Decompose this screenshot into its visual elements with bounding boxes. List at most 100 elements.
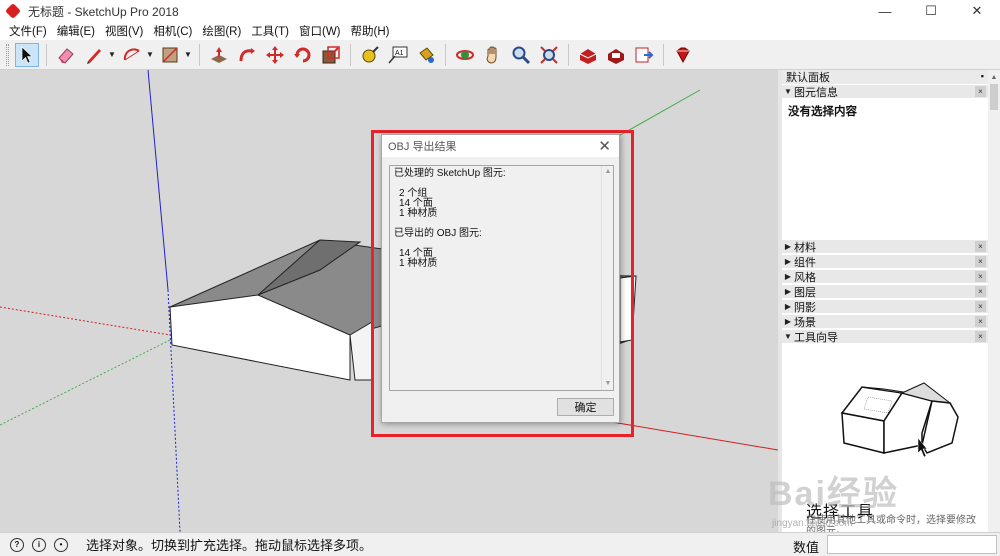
expanded-triangle-icon: ▼ <box>784 332 792 341</box>
status-bar: ? i • 选择对象。切换到扩充选择。拖动鼠标选择多项。 数值 <box>0 532 1000 556</box>
section-close-icon[interactable]: × <box>975 256 986 267</box>
ok-button[interactable]: 确定 <box>557 398 614 416</box>
pin-icon[interactable]: ▪ <box>981 71 984 81</box>
move-tool-icon[interactable] <box>263 43 287 67</box>
arc-tool-icon[interactable] <box>120 43 144 67</box>
section-label: 风格 <box>794 271 816 284</box>
select-tool-icon[interactable] <box>15 42 39 67</box>
scale-tool-icon[interactable] <box>319 43 343 67</box>
window-controls: — ☐ ✕ <box>862 0 1000 22</box>
exported-item: 1 种材质 <box>399 258 438 269</box>
status-message: 选择对象。切换到扩充选择。拖动鼠标选择多项。 <box>86 538 373 553</box>
scroll-up-arrow-icon[interactable]: ▲ <box>988 72 1000 82</box>
tape-measure-tool-icon[interactable] <box>358 43 382 67</box>
main-toolbar: ▼ ▼ ▼ A1 <box>0 40 1000 70</box>
scenes-section-header[interactable]: ▶ 场景 × <box>782 314 988 329</box>
collapsed-triangle-icon: ▶ <box>784 317 792 326</box>
entity-info-section-header[interactable]: ▼ 图元信息 × <box>782 84 988 99</box>
section-label: 组件 <box>794 256 816 269</box>
section-label: 图元信息 <box>794 86 838 99</box>
arc-dropdown-chevron-icon[interactable]: ▼ <box>146 43 154 67</box>
maximize-button[interactable]: ☐ <box>908 0 954 22</box>
paint-bucket-tool-icon[interactable] <box>414 43 438 67</box>
baidu-watermark: Bai经验 <box>768 475 899 513</box>
section-close-icon[interactable]: × <box>975 301 986 312</box>
toolbar-grip[interactable] <box>6 43 9 66</box>
menu-file[interactable]: 文件(F) <box>4 23 52 39</box>
dialog-title-bar: OBJ 导出结果 ✕ <box>382 135 619 157</box>
text-tool-icon[interactable]: A1 <box>386 43 410 67</box>
user-account-icon[interactable]: • <box>54 537 68 552</box>
collapsed-triangle-icon: ▶ <box>784 257 792 266</box>
push-pull-tool-icon[interactable] <box>207 43 231 67</box>
measurements-label: 数值 <box>793 540 820 555</box>
collapsed-triangle-icon: ▶ <box>784 272 792 281</box>
section-label: 图层 <box>794 286 816 299</box>
rotate-tool-icon[interactable] <box>291 43 315 67</box>
toolbar-separator <box>46 43 47 66</box>
rectangle-dropdown-chevron-icon[interactable]: ▼ <box>184 43 192 67</box>
section-close-icon[interactable]: × <box>975 271 986 282</box>
follow-me-tool-icon[interactable] <box>235 43 259 67</box>
pan-tool-icon[interactable] <box>481 43 505 67</box>
scroll-down-arrow-icon[interactable]: ▼ <box>602 378 614 390</box>
red-axis-negative <box>0 306 171 336</box>
eraser-tool-icon[interactable] <box>54 43 78 67</box>
tray-header: 默认面板 ▪ <box>782 70 988 84</box>
entity-info-text: 没有选择内容 <box>788 106 857 118</box>
rectangle-tool-icon[interactable] <box>158 43 182 67</box>
send-to-layout-icon[interactable] <box>632 43 656 67</box>
shadows-section-header[interactable]: ▶ 阴影 × <box>782 299 988 314</box>
dialog-title: OBJ 导出结果 <box>388 141 457 153</box>
toolbar-separator <box>445 43 446 66</box>
instructor-section-header[interactable]: ▼ 工具向导 × <box>782 329 988 344</box>
pencil-dropdown-chevron-icon[interactable]: ▼ <box>108 43 116 67</box>
zoom-tool-icon[interactable] <box>509 43 533 67</box>
menu-camera[interactable]: 相机(C) <box>148 23 197 39</box>
menu-view[interactable]: 视图(V) <box>100 23 148 39</box>
menu-help[interactable]: 帮助(H) <box>346 23 395 39</box>
window-title: 无标题 - SketchUp Pro 2018 <box>28 4 179 19</box>
3d-warehouse-icon[interactable] <box>576 43 600 67</box>
section-close-icon[interactable]: × <box>975 241 986 252</box>
menu-tools[interactable]: 工具(T) <box>246 23 294 39</box>
credits-icon[interactable]: i <box>32 537 46 552</box>
tray-scrollbar[interactable]: ▲ <box>988 70 1000 532</box>
section-label: 场景 <box>794 316 816 329</box>
section-close-icon[interactable]: × <box>975 316 986 327</box>
export-results-text-area[interactable]: 已处理的 SketchUp 图元: 2 个组 14 个面 1 种材质 已导出的 … <box>389 165 614 391</box>
menu-draw[interactable]: 绘图(R) <box>197 23 246 39</box>
close-button[interactable]: ✕ <box>954 0 1000 22</box>
section-close-icon[interactable]: × <box>975 286 986 297</box>
section-close-icon[interactable]: × <box>975 331 986 342</box>
processed-heading: 已处理的 SketchUp 图元: <box>394 168 506 179</box>
orbit-tool-icon[interactable] <box>453 43 477 67</box>
toolbar-separator <box>568 43 569 66</box>
geolocation-icon[interactable]: ? <box>10 537 24 552</box>
styles-section-header[interactable]: ▶ 风格 × <box>782 269 988 284</box>
zoom-extents-tool-icon[interactable] <box>537 43 561 67</box>
layers-section-header[interactable]: ▶ 图层 × <box>782 284 988 299</box>
menu-edit[interactable]: 编辑(E) <box>52 23 100 39</box>
pencil-tool-icon[interactable] <box>82 43 106 67</box>
collapsed-triangle-icon: ▶ <box>784 242 792 251</box>
minimize-button[interactable]: — <box>862 0 908 22</box>
extension-warehouse-icon[interactable] <box>604 43 628 67</box>
scrollbar-thumb[interactable] <box>990 84 998 110</box>
dialog-close-icon[interactable]: ✕ <box>598 137 611 155</box>
components-section-header[interactable]: ▶ 组件 × <box>782 254 988 269</box>
scroll-up-arrow-icon[interactable]: ▲ <box>602 166 614 178</box>
menu-window[interactable]: 窗口(W) <box>294 23 346 39</box>
measurements-input[interactable] <box>827 535 997 554</box>
materials-section-header[interactable]: ▶ 材料 × <box>782 239 988 254</box>
section-label: 工具向导 <box>794 331 838 344</box>
toolbar-separator <box>199 43 200 66</box>
collapsed-triangle-icon: ▶ <box>784 287 792 296</box>
ruby-console-icon[interactable] <box>671 43 695 67</box>
processed-item: 1 种材质 <box>399 208 438 219</box>
menu-bar: 文件(F) 编辑(E) 视图(V) 相机(C) 绘图(R) 工具(T) 窗口(W… <box>0 22 1000 40</box>
collapsed-triangle-icon: ▶ <box>784 302 792 311</box>
toolbar-separator <box>350 43 351 66</box>
text-area-scrollbar[interactable]: ▲ ▼ <box>601 166 613 390</box>
section-close-icon[interactable]: × <box>975 86 986 97</box>
